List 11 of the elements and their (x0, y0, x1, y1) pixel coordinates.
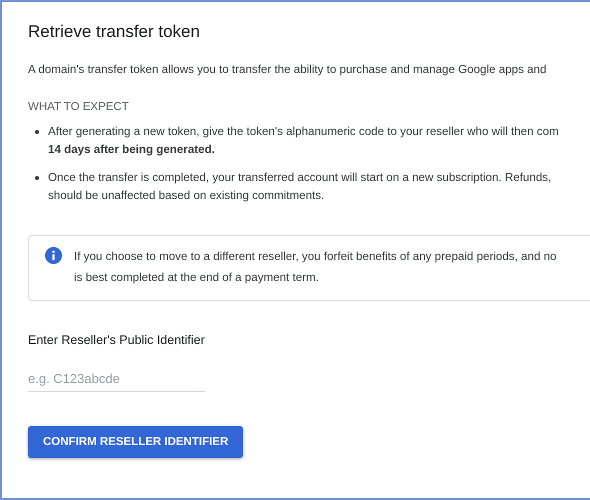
bullet-text: After generating a new token, give the token's alphanumeric code to your reseller who will then com 14 days after being generated. (48, 124, 559, 158)
bullet-icon (35, 130, 39, 134)
intro-text: A domain's transfer token allows you to transfer the ability to purchase and manage Google apps and (28, 62, 548, 78)
bullet-icon (35, 176, 39, 180)
info-icon (45, 247, 62, 264)
section-heading: WHAT TO EXPECT (28, 101, 130, 113)
field-label: Enter Reseller's Public Identifier (28, 333, 206, 347)
notice-text: If you choose to move to a different reseller, you forfeit benefits of any prepaid periods, and no is best completed at the end of a payment term. (74, 249, 557, 286)
page-title: Retrieve transfer token (28, 22, 201, 42)
confirm-button[interactable]: CONFIRM RESELLER IDENTIFIER (28, 426, 244, 458)
bullet-text: Once the transfer is completed, your transferred account will start on a new subscription. Refunds, should be unaffected based on existing commitments. (48, 170, 552, 204)
